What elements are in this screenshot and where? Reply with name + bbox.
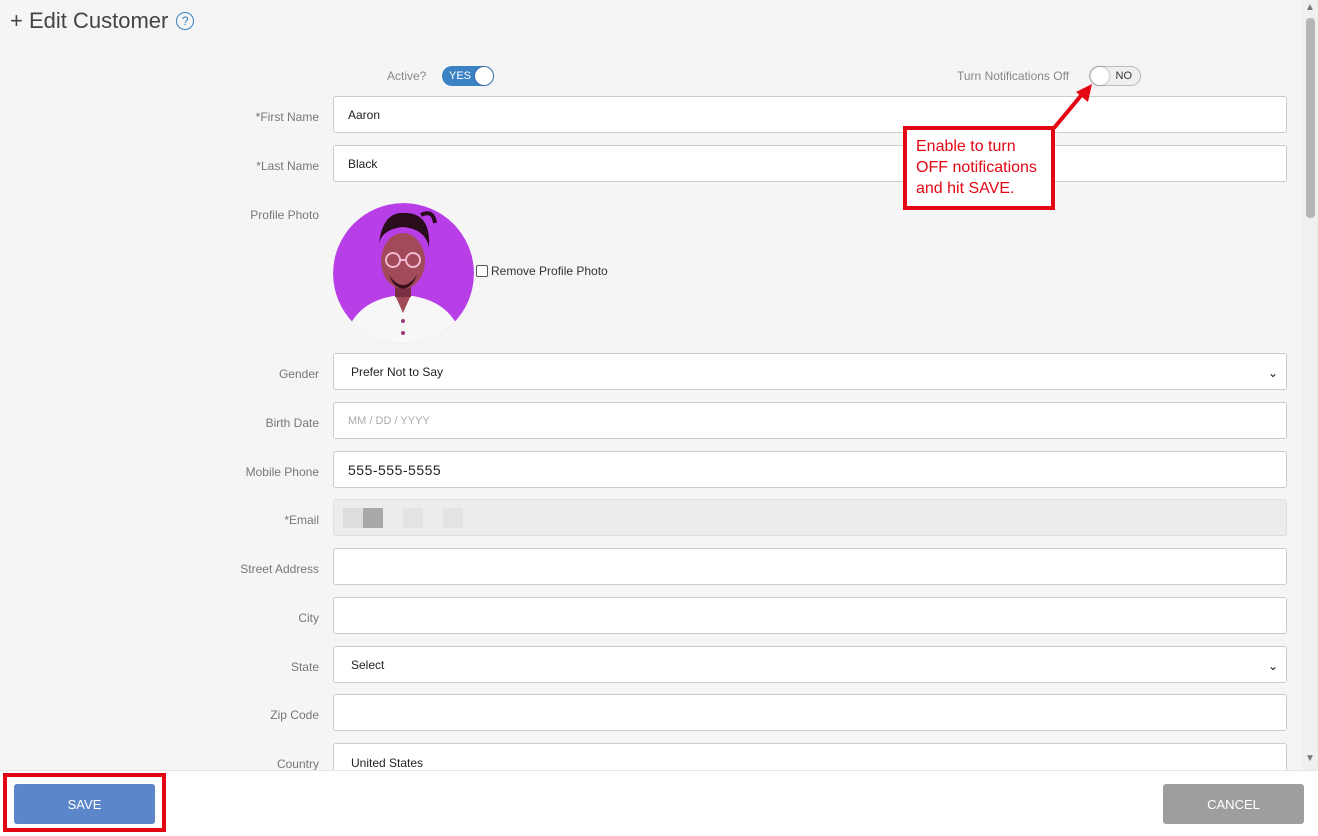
active-toggle[interactable]: YES [442,66,494,86]
question-circle-icon[interactable]: ? [176,12,195,30]
gender-select[interactable]: Prefer Not to Say ⌄ [333,353,1287,390]
zip-code-input[interactable] [333,694,1287,731]
active-toggle-value: YES [449,70,472,82]
scroll-up-icon[interactable]: ▲ [1305,2,1315,13]
gender-label: Gender [278,367,319,381]
mobile-phone-label: Mobile Phone [245,465,319,479]
last-name-label: *Last Name [256,159,319,173]
last-name-input[interactable]: Black [333,145,1287,182]
country-select[interactable]: United States ⌄ [333,743,1287,776]
profile-photo-label: Profile Photo [250,208,319,222]
scrollbar[interactable]: ▲ ▼ [1302,0,1318,770]
page-title: + Edit Customer ? [10,8,195,34]
active-label: Active? [387,69,427,83]
callout-line: Enable to turn [916,138,1016,155]
footer-bar [0,770,1318,836]
street-address-input[interactable] [333,548,1287,585]
gender-value: Prefer Not to Say [351,364,444,379]
redacted-block [363,507,383,528]
remove-photo-checkbox[interactable] [476,265,488,277]
callout-line: OFF notifications [916,159,1037,176]
mobile-phone-value: 555-555-5555 [348,461,442,478]
scroll-thumb[interactable] [1306,18,1315,218]
annotation-callout: Enable to turn OFF notifications and hit… [903,126,1055,210]
save-button[interactable]: SAVE [14,784,155,824]
street-address-label: Street Address [240,562,319,576]
callout-arrow [1052,84,1092,130]
cancel-button[interactable]: CANCEL [1163,784,1304,824]
remove-photo-label: Remove Profile Photo [491,264,608,278]
birth-date-placeholder: MM / DD / YYYY [348,414,430,427]
first-name-input[interactable]: Aaron [333,96,1287,133]
country-value: United States [351,756,424,770]
state-value: Select [351,657,385,672]
redacted-block [443,507,463,528]
first-name-label: *First Name [255,110,319,124]
email-label: *Email [284,513,319,527]
toggle-knob [475,67,493,85]
page-title-text: + Edit Customer [10,8,169,33]
avatar [333,203,474,344]
email-input [333,499,1287,536]
state-label: State [290,660,319,674]
birth-date-label: Birth Date [265,416,319,430]
chevron-down-icon: ⌄ [1267,365,1278,380]
scroll-down-icon[interactable]: ▼ [1305,753,1315,764]
callout-line: and hit SAVE. [916,180,1015,197]
redacted-block [403,507,423,528]
zip-code-label: Zip Code [270,708,319,722]
city-input[interactable] [333,597,1287,634]
remove-photo-option: Remove Profile Photo [476,264,608,278]
redacted-block [343,507,363,528]
country-label: Country [276,757,319,771]
notifications-toggle-value: NO [1115,70,1133,82]
last-name-value: Black [348,156,378,171]
chevron-down-icon: ⌄ [1267,658,1278,673]
city-label: City [298,611,319,625]
first-name-value: Aaron [348,107,381,122]
state-select[interactable]: Select ⌄ [333,646,1287,683]
mobile-phone-input[interactable]: 555-555-5555 [333,451,1287,488]
birth-date-input[interactable]: MM / DD / YYYY [333,402,1287,439]
